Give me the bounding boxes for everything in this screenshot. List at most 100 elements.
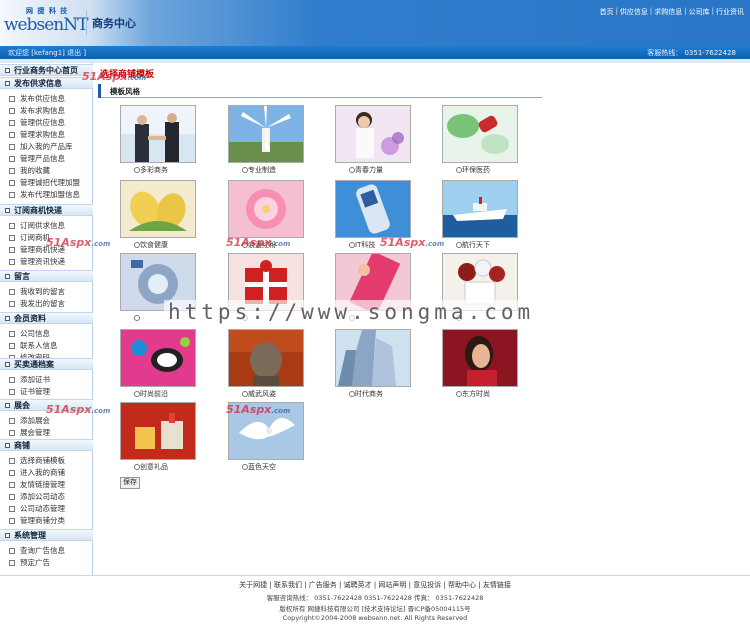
watermark-banner: https://www.songma.com — [164, 300, 539, 324]
square-icon — [9, 289, 15, 295]
template-thumbnail[interactable] — [228, 329, 304, 387]
sidebar-section-archive[interactable]: 买卖通档案 — [0, 358, 93, 370]
template-option[interactable]: 威武风姿 — [228, 329, 304, 401]
template-radio[interactable] — [134, 315, 140, 321]
sidebar-item[interactable]: 管理诚招代理加盟 — [0, 177, 93, 189]
sidebar-item[interactable]: 添加展会 — [0, 415, 93, 427]
template-thumbnail[interactable] — [442, 180, 518, 238]
sidebar-item-label: 管理供应信息 — [20, 118, 65, 127]
template-option[interactable]: 航行天下 — [442, 180, 518, 252]
sidebar-item[interactable]: 管理资讯快递 — [0, 256, 93, 268]
sidebar-section-title: 订阅商机快递 — [14, 206, 62, 215]
template-label: 蓝色天空 — [248, 463, 276, 471]
sidebar-item[interactable]: 公司信息 — [0, 328, 93, 340]
nav-link-news[interactable]: 行业资讯 — [714, 7, 746, 17]
sidebar-item[interactable]: 管理求购信息 — [0, 129, 93, 141]
sidebar-item[interactable]: 管理产品信息 — [0, 153, 93, 165]
template-option[interactable]: 东方时尚 — [442, 329, 518, 401]
template-label: 多彩商务 — [140, 166, 168, 174]
sidebar-section-system[interactable]: 系统管理 — [0, 529, 93, 541]
sidebar-item[interactable]: 订阅供求信息 — [0, 220, 93, 232]
template-thumbnail[interactable] — [120, 180, 196, 238]
watermark-brand: 51Aspx — [82, 70, 128, 83]
template-thumbnail[interactable] — [120, 105, 196, 163]
template-thumbnail[interactable] — [442, 105, 518, 163]
sidebar-item[interactable]: 发布代理加盟信息 — [0, 189, 93, 201]
template-thumbnail[interactable] — [335, 105, 411, 163]
template-thumbnail[interactable] — [335, 180, 411, 238]
nav-link-home[interactable]: 首页 — [598, 7, 616, 17]
sidebar-item[interactable]: 管理供应信息 — [0, 117, 93, 129]
sidebar-item-label: 我的收藏 — [20, 166, 50, 175]
template-label: 青春力量 — [355, 166, 383, 174]
template-option[interactable]: 时代商务 — [335, 329, 411, 401]
sidebar-item[interactable]: 加入我的产品库 — [0, 141, 93, 153]
template-option[interactable]: 专业制造 — [228, 105, 304, 177]
sidebar-item[interactable]: 证书管理 — [0, 386, 93, 398]
sidebar-item[interactable]: 展会管理 — [0, 427, 93, 439]
square-icon — [9, 430, 15, 436]
sidebar-item[interactable]: 公司动态管理 — [0, 503, 93, 515]
square-icon — [9, 235, 15, 241]
footer-link-help[interactable]: 帮助中心 — [448, 581, 476, 589]
square-icon — [9, 343, 15, 349]
square-icon — [9, 377, 15, 383]
nav-link-supply[interactable]: 供应信息 — [618, 7, 650, 17]
watermark-brand: 51Aspx — [380, 236, 426, 249]
footer-link-ads[interactable]: 广告服务 — [309, 581, 337, 589]
save-button[interactable]: 保存 — [120, 477, 140, 489]
template-option[interactable]: 环保医药 — [442, 105, 518, 177]
template-option[interactable]: 创意礼品 — [120, 402, 196, 474]
sidebar-item[interactable]: 进入我的商铺 — [0, 467, 93, 479]
nav-link-purchase[interactable]: 求购信息 — [652, 7, 684, 17]
template-option[interactable]: 饮食健康 — [120, 180, 196, 252]
sidebar-item[interactable]: 联系人信息 — [0, 340, 93, 352]
sidebar-section-title: 展会 — [14, 401, 30, 410]
nav-link-company[interactable]: 公司库 — [687, 7, 712, 17]
footer-link-feedback[interactable]: 意见投诉 — [413, 581, 441, 589]
sidebar-item[interactable]: 发布供应信息 — [0, 93, 93, 105]
sidebar-item[interactable]: 添加证书 — [0, 374, 93, 386]
sidebar-item[interactable]: 管理商铺分类 — [0, 515, 93, 527]
sidebar-item[interactable]: 我收到的留言 — [0, 286, 93, 298]
footer-link-contact[interactable]: 联系我们 — [274, 581, 302, 589]
template-thumbnail[interactable] — [335, 329, 411, 387]
watermark-logo: 51Aspx.com — [226, 236, 290, 249]
sidebar-section-publish[interactable]: 发布供求信息 — [0, 77, 93, 89]
sidebar-item[interactable]: 预定广告 — [0, 557, 93, 569]
template-option[interactable]: 多彩商务 — [120, 105, 196, 177]
sidebar-section-home[interactable]: 行业商务中心首页 — [0, 64, 93, 76]
sidebar-section-title: 商铺 — [14, 441, 30, 450]
footer-copyright-en: Copyright©2004-2008 websenn.net. All Rig… — [282, 614, 468, 622]
sidebar-section-messages[interactable]: 留言 — [0, 270, 93, 282]
sidebar-item[interactable]: 我的收藏 — [0, 165, 93, 177]
sidebar-item-label: 联系人信息 — [20, 341, 58, 350]
sidebar-section-subscribe[interactable]: 订阅商机快递 — [0, 204, 93, 216]
sidebar-item[interactable]: 我发出的留言 — [0, 298, 93, 310]
footer-link-statement[interactable]: 网站声明 — [378, 581, 406, 589]
template-thumbnail[interactable] — [120, 402, 196, 460]
welcome-text[interactable]: 欢迎您 [kefang1] 退出 ] — [8, 48, 86, 58]
watermark-brand: 51Aspx — [226, 236, 272, 249]
footer-link-about[interactable]: 关于网捷 — [239, 581, 267, 589]
sidebar-item[interactable]: 发布求购信息 — [0, 105, 93, 117]
template-thumbnail[interactable] — [120, 329, 196, 387]
square-icon — [9, 120, 15, 126]
sidebar-item[interactable]: 友情链接管理 — [0, 479, 93, 491]
sidebar-section-profile[interactable]: 会员资料 — [0, 312, 93, 324]
section-header: 模板风格 — [98, 84, 542, 98]
sidebar-item[interactable]: 选择商铺模板 — [0, 455, 93, 467]
footer-link-friends[interactable]: 友情链接 — [483, 581, 511, 589]
sidebar-section-shop[interactable]: 商铺 — [0, 439, 93, 451]
square-icon — [9, 482, 15, 488]
header: 网 捷 科 技 websenNT 商务中心 首页 | 供应信息 | 求购信息 | 公司… — [0, 0, 750, 46]
sidebar-item[interactable]: 添加公司动态 — [0, 491, 93, 503]
template-thumbnail[interactable] — [228, 105, 304, 163]
site-logo[interactable]: 网 捷 科 技 websenNT — [4, 6, 88, 40]
template-option[interactable]: 时尚前沿 — [120, 329, 196, 401]
template-thumbnail[interactable] — [442, 329, 518, 387]
template-thumbnail[interactable] — [228, 180, 304, 238]
footer-link-jobs[interactable]: 诚聘英才 — [344, 581, 372, 589]
sidebar-item[interactable]: 查询广告信息 — [0, 545, 93, 557]
template-option[interactable]: 青春力量 — [335, 105, 411, 177]
